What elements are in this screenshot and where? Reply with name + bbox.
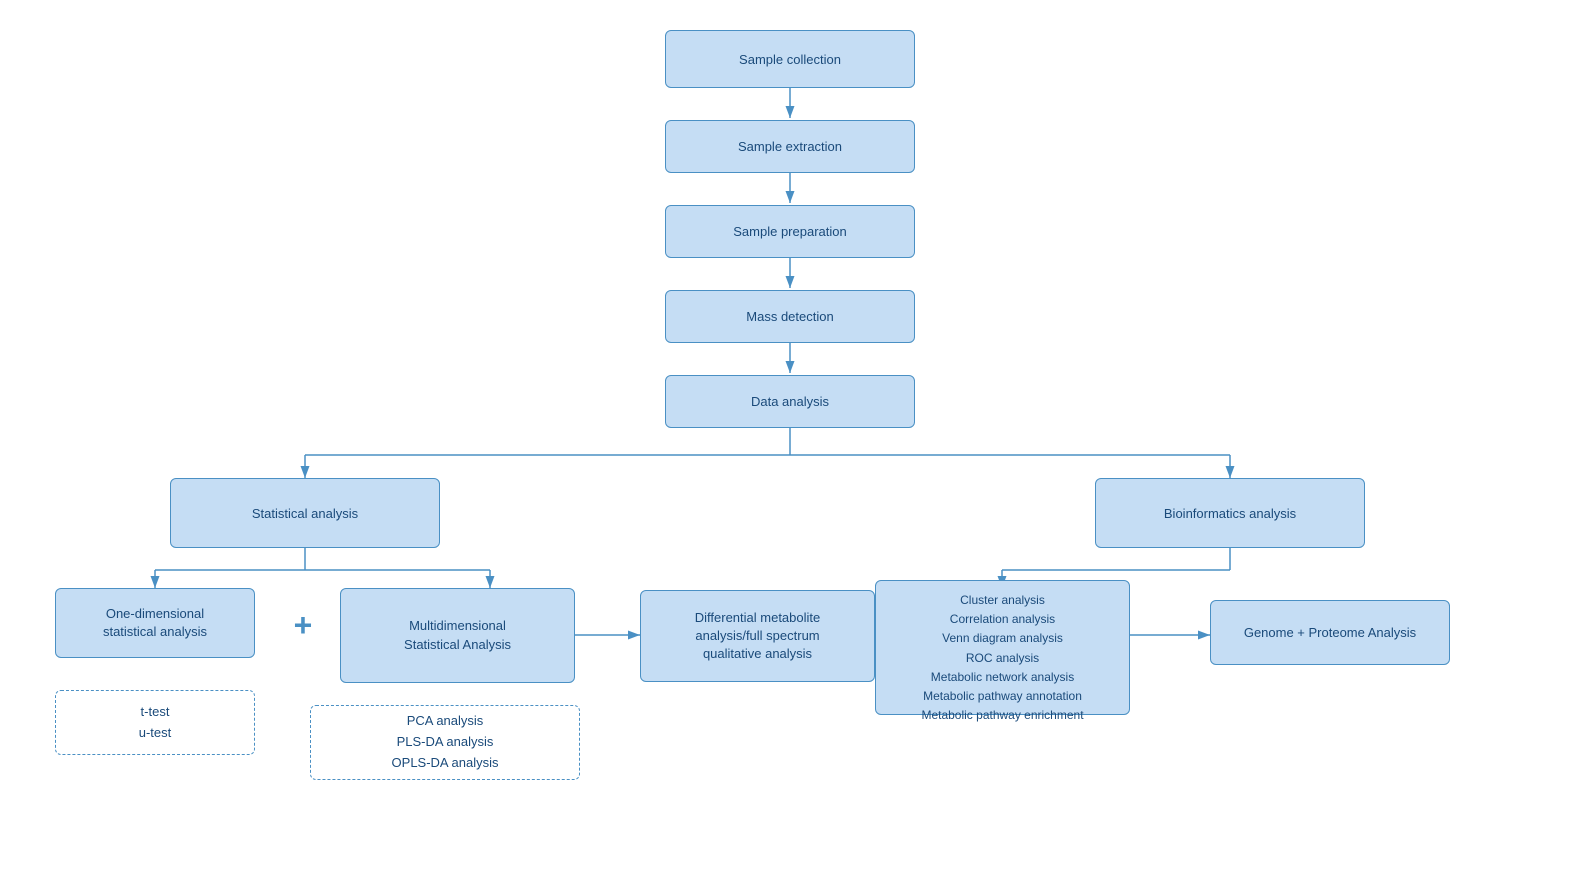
bioinformatics-analysis-box: Bioinformatics analysis xyxy=(1095,478,1365,548)
statistical-analysis-box: Statistical analysis xyxy=(170,478,440,548)
sample-collection-box: Sample collection xyxy=(665,30,915,88)
t-test-box: t-test u-test xyxy=(55,690,255,755)
differential-box: Differential metabolite analysis/full sp… xyxy=(640,590,875,682)
pca-analysis-box: PCA analysis PLS-DA analysis OPLS-DA ana… xyxy=(310,705,580,780)
multidimensional-box: Multidimensional Statistical Analysis xyxy=(340,588,575,683)
data-analysis-box: Data analysis xyxy=(665,375,915,428)
mass-detection-box: Mass detection xyxy=(665,290,915,343)
plus-sign: + xyxy=(278,600,328,650)
sample-extraction-box: Sample extraction xyxy=(665,120,915,173)
bioinformatics-sub-box: Cluster analysis Correlation analysis Ve… xyxy=(875,580,1130,715)
one-dimensional-box: One-dimensional statistical analysis xyxy=(55,588,255,658)
workflow-diagram: Sample collection Sample extraction Samp… xyxy=(0,0,1580,872)
sample-preparation-box: Sample preparation xyxy=(665,205,915,258)
genome-proteome-box: Genome + Proteome Analysis xyxy=(1210,600,1450,665)
